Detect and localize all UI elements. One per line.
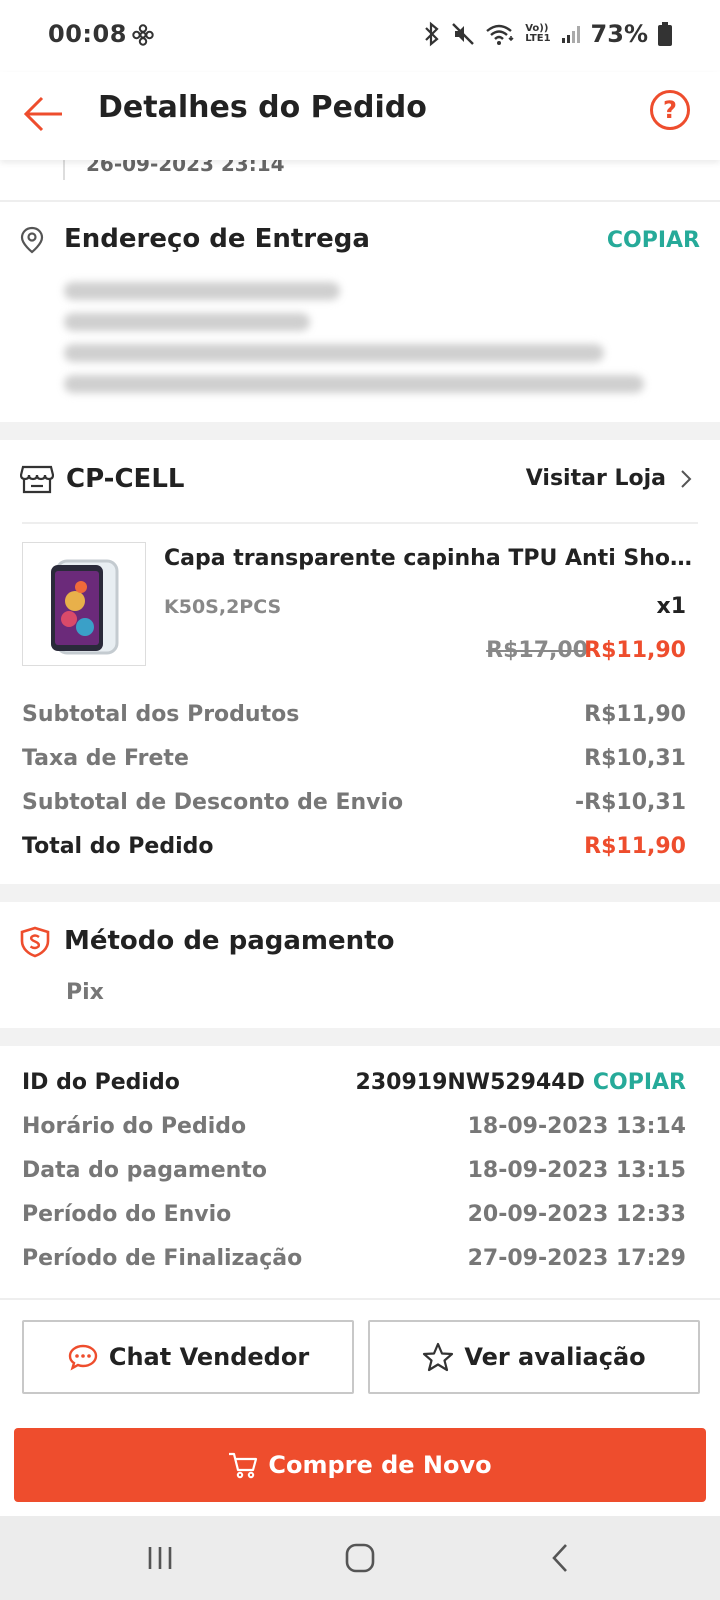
copy-order-id-button[interactable]: COPIAR	[593, 1070, 686, 1095]
cart-icon	[229, 1452, 258, 1479]
location-pin-icon	[20, 226, 44, 254]
summary-label: Taxa de Frete	[22, 746, 189, 771]
order-info-section: ID do Pedido 230919NW52944D COPIAR Horár…	[0, 1046, 720, 1298]
status-time: 00:08	[48, 20, 127, 48]
original-price: R$17,00	[486, 638, 588, 663]
timeline-line	[63, 160, 65, 180]
view-review-button[interactable]: Ver avaliação	[368, 1320, 700, 1394]
page-title: Detalhes do Pedido	[98, 90, 427, 125]
order-info-value: 18-09-2023 13:15	[467, 1158, 686, 1183]
order-info-label: Horário do Pedido	[22, 1114, 247, 1139]
order-id-value: 230919NW52944D	[355, 1070, 585, 1095]
recent-apps-icon	[148, 1547, 172, 1569]
home-button[interactable]	[330, 1538, 390, 1578]
network-label-bottom: LTE1	[525, 33, 551, 44]
status-bar: 00:08 Vo)) LTE1 73%	[0, 0, 720, 72]
mute-icon	[452, 23, 475, 45]
battery-icon	[658, 22, 672, 46]
chat-icon	[68, 1344, 98, 1371]
product-variant: K50S,2PCS	[164, 596, 282, 618]
star-icon	[423, 1342, 454, 1372]
product-quantity: x1	[656, 594, 687, 619]
back-arrow-icon[interactable]	[22, 92, 66, 136]
order-info-label: Data do pagamento	[22, 1158, 267, 1183]
summary-value: R$11,90	[584, 702, 686, 727]
address-title: Endereço de Entrega	[64, 224, 370, 254]
battery-percentage: 73%	[590, 20, 648, 48]
chat-seller-label: Chat Vendedor	[108, 1343, 310, 1371]
wifi-icon	[486, 24, 514, 45]
order-info-label: Período de Finalização	[22, 1246, 303, 1271]
back-chevron-icon	[552, 1544, 567, 1572]
phone-case-image	[51, 559, 119, 655]
payment-title: Método de pagamento	[64, 926, 395, 956]
product-name[interactable]: Capa transparente capinha TPU Anti Shock…	[164, 546, 704, 571]
chevron-right-icon	[681, 469, 692, 488]
buy-again-label: Compre de Novo	[268, 1451, 492, 1479]
product-thumbnail[interactable]	[22, 542, 146, 666]
summary-value: -R$10,31	[575, 790, 686, 815]
summary-value: R$10,31	[584, 746, 686, 771]
redacted-line	[64, 375, 644, 393]
shield-icon	[20, 926, 50, 958]
store-icon	[20, 465, 54, 494]
signal-icon	[561, 26, 580, 43]
back-button[interactable]	[530, 1538, 590, 1578]
recent-apps-button[interactable]	[130, 1538, 190, 1578]
visit-shop-label: Visitar Loja	[525, 466, 666, 491]
order-total-label: Total do Pedido	[22, 834, 214, 859]
view-review-label: Ver avaliação	[464, 1343, 646, 1371]
order-info-value: 20-09-2023 12:33	[467, 1202, 686, 1227]
order-id-group: 230919NW52944D COPIAR	[356, 1070, 686, 1095]
shop-name: CP-CELL	[66, 464, 185, 494]
payment-method: Pix	[66, 980, 104, 1005]
summary-label: Subtotal dos Produtos	[22, 702, 300, 727]
visit-shop-link[interactable]: Visitar Loja	[526, 466, 692, 491]
redacted-line	[64, 313, 310, 331]
redacted-address	[64, 282, 644, 406]
order-total-value: R$11,90	[584, 834, 686, 859]
fan-icon	[132, 24, 154, 46]
order-info-value: 18-09-2023 13:14	[467, 1114, 686, 1139]
bluetooth-icon	[425, 21, 439, 47]
chat-seller-button[interactable]: Chat Vendedor	[22, 1320, 354, 1394]
buy-again-button[interactable]: Compre de Novo	[14, 1428, 706, 1502]
payment-section: Método de pagamento Pix	[0, 902, 720, 1028]
order-info-value: 27-09-2023 17:29	[467, 1246, 686, 1271]
copy-address-button[interactable]: COPIAR	[607, 228, 700, 253]
help-icon[interactable]: ?	[650, 90, 690, 130]
app-bar: Detalhes do Pedido ?	[0, 72, 720, 160]
home-icon	[345, 1543, 375, 1573]
address-section: Endereço de Entrega COPIAR	[0, 200, 720, 422]
summary-label: Subtotal de Desconto de Envio	[22, 790, 404, 815]
shop-divider	[22, 522, 698, 524]
network-indicator: Vo)) LTE1	[525, 24, 550, 44]
system-nav-bar	[0, 1516, 720, 1600]
order-info-label: Período do Envio	[22, 1202, 232, 1227]
redacted-line	[64, 282, 340, 300]
order-id-label: ID do Pedido	[22, 1070, 180, 1095]
order-items-section: CP-CELL Visitar Loja Capa transparente c…	[0, 440, 720, 884]
discounted-price: R$11,90	[584, 638, 686, 663]
redacted-line	[64, 344, 604, 362]
